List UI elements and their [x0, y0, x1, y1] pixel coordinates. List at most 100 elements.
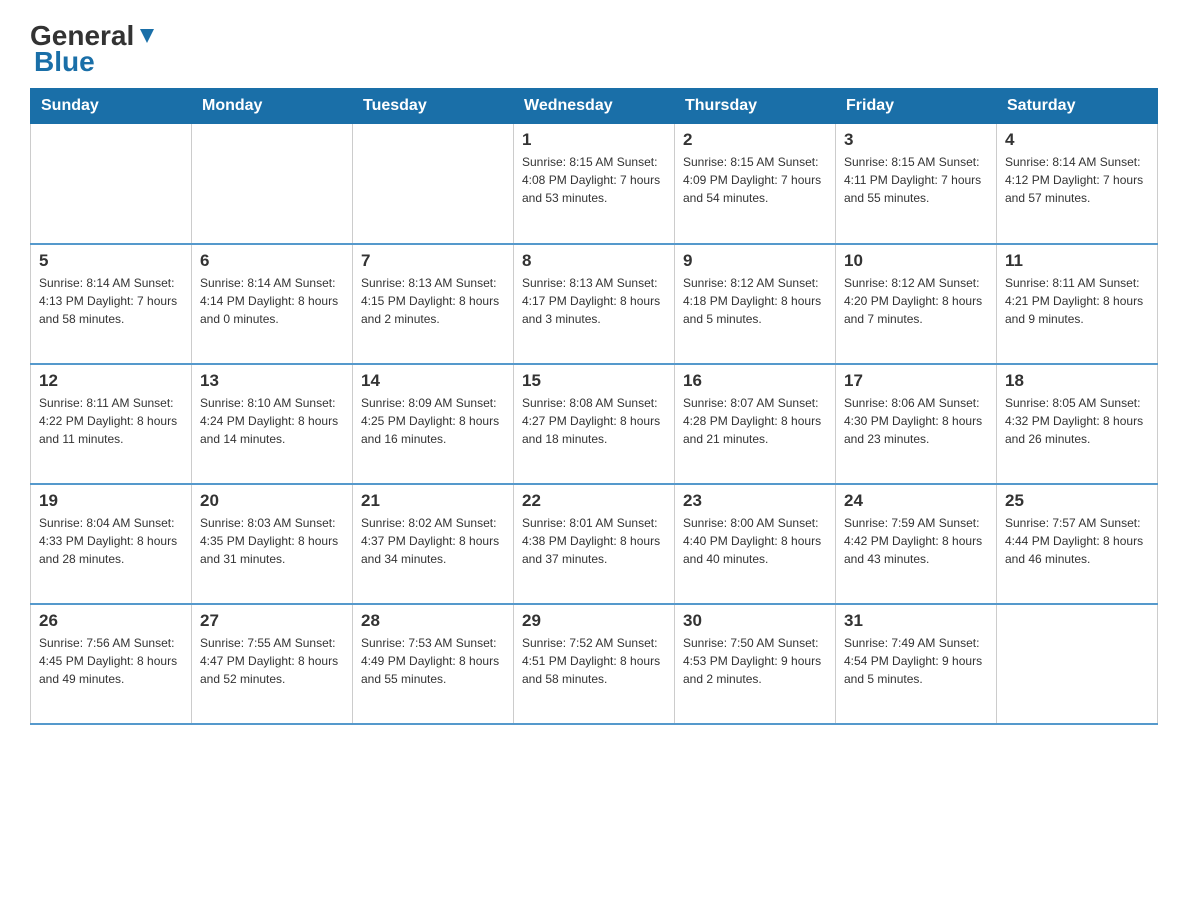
calendar-header-row: SundayMondayTuesdayWednesdayThursdayFrid… [31, 89, 1158, 124]
day-number: 31 [844, 611, 988, 631]
calendar-week-row: 1 Sunrise: 8:15 AM Sunset: 4:08 PM Daylig… [31, 124, 1158, 244]
day-info: Sunrise: 8:06 AM Sunset: 4:30 PM Dayligh… [844, 394, 988, 448]
day-number: 1 [522, 130, 666, 150]
day-of-week-header: Saturday [997, 89, 1158, 124]
calendar-cell: 23Sunrise: 8:00 AM Sunset: 4:40 PM Dayli… [675, 484, 836, 604]
day-info: Sunrise: 7:53 AM Sunset: 4:49 PM Dayligh… [361, 634, 505, 688]
page-header: General Blue [30, 20, 1158, 78]
day-number: 18 [1005, 371, 1149, 391]
day-of-week-header: Tuesday [353, 89, 514, 124]
calendar-cell: 12Sunrise: 8:11 AM Sunset: 4:22 PM Dayli… [31, 364, 192, 484]
day-info: Sunrise: 8:01 AM Sunset: 4:38 PM Dayligh… [522, 514, 666, 568]
calendar-cell: 10 Sunrise: 8:12 AM Sunset: 4:20 PM Dayli… [836, 244, 997, 364]
calendar-cell: 8 Sunrise: 8:13 AM Sunset: 4:17 PM Daylig… [514, 244, 675, 364]
day-info: Sunrise: 8:14 AM Sunset: 4:13 PM Dayligh… [39, 274, 183, 328]
day-info: Sunrise: 8:14 AM Sunset: 4:14 PM Dayligh… [200, 274, 344, 328]
day-number: 6 [200, 251, 344, 271]
calendar-cell: 26 Sunrise: 7:56 AM Sunset: 4:45 PM Dayli… [31, 604, 192, 724]
calendar-cell: 18Sunrise: 8:05 AM Sunset: 4:32 PM Dayli… [997, 364, 1158, 484]
calendar-table: SundayMondayTuesdayWednesdayThursdayFrid… [30, 88, 1158, 725]
calendar-cell: 29 Sunrise: 7:52 AM Sunset: 4:51 PM Dayli… [514, 604, 675, 724]
day-number: 20 [200, 491, 344, 511]
calendar-cell: 27 Sunrise: 7:55 AM Sunset: 4:47 PM Dayli… [192, 604, 353, 724]
logo: General Blue [30, 20, 158, 78]
day-number: 2 [683, 130, 827, 150]
calendar-cell: 25Sunrise: 7:57 AM Sunset: 4:44 PM Dayli… [997, 484, 1158, 604]
day-number: 26 [39, 611, 183, 631]
calendar-cell: 15Sunrise: 8:08 AM Sunset: 4:27 PM Dayli… [514, 364, 675, 484]
day-info: Sunrise: 7:52 AM Sunset: 4:51 PM Dayligh… [522, 634, 666, 688]
day-info: Sunrise: 7:49 AM Sunset: 4:54 PM Dayligh… [844, 634, 988, 688]
day-of-week-header: Sunday [31, 89, 192, 124]
day-number: 30 [683, 611, 827, 631]
day-info: Sunrise: 8:10 AM Sunset: 4:24 PM Dayligh… [200, 394, 344, 448]
calendar-cell: 2 Sunrise: 8:15 AM Sunset: 4:09 PM Daylig… [675, 124, 836, 244]
day-info: Sunrise: 8:13 AM Sunset: 4:15 PM Dayligh… [361, 274, 505, 328]
calendar-cell: 16Sunrise: 8:07 AM Sunset: 4:28 PM Dayli… [675, 364, 836, 484]
calendar-cell: 14 Sunrise: 8:09 AM Sunset: 4:25 PM Dayli… [353, 364, 514, 484]
day-number: 29 [522, 611, 666, 631]
calendar-cell: 24 Sunrise: 7:59 AM Sunset: 4:42 PM Dayli… [836, 484, 997, 604]
day-info: Sunrise: 7:55 AM Sunset: 4:47 PM Dayligh… [200, 634, 344, 688]
calendar-cell: 1 Sunrise: 8:15 AM Sunset: 4:08 PM Daylig… [514, 124, 675, 244]
calendar-cell [31, 124, 192, 244]
day-info: Sunrise: 8:03 AM Sunset: 4:35 PM Dayligh… [200, 514, 344, 568]
day-of-week-header: Monday [192, 89, 353, 124]
day-number: 13 [200, 371, 344, 391]
calendar-week-row: 5 Sunrise: 8:14 AM Sunset: 4:13 PM Daylig… [31, 244, 1158, 364]
logo-blue: Blue [34, 46, 95, 78]
day-number: 14 [361, 371, 505, 391]
day-number: 25 [1005, 491, 1149, 511]
day-number: 24 [844, 491, 988, 511]
day-number: 17 [844, 371, 988, 391]
calendar-cell [997, 604, 1158, 724]
day-info: Sunrise: 8:15 AM Sunset: 4:08 PM Dayligh… [522, 153, 666, 207]
day-number: 21 [361, 491, 505, 511]
calendar-cell: 4 Sunrise: 8:14 AM Sunset: 4:12 PM Daylig… [997, 124, 1158, 244]
day-number: 23 [683, 491, 827, 511]
calendar-cell: 28 Sunrise: 7:53 AM Sunset: 4:49 PM Dayli… [353, 604, 514, 724]
calendar-cell: 30 Sunrise: 7:50 AM Sunset: 4:53 PM Dayli… [675, 604, 836, 724]
day-info: Sunrise: 8:02 AM Sunset: 4:37 PM Dayligh… [361, 514, 505, 568]
day-number: 10 [844, 251, 988, 271]
day-number: 3 [844, 130, 988, 150]
day-number: 19 [39, 491, 183, 511]
calendar-week-row: 12Sunrise: 8:11 AM Sunset: 4:22 PM Dayli… [31, 364, 1158, 484]
calendar-week-row: 19Sunrise: 8:04 AM Sunset: 4:33 PM Dayli… [31, 484, 1158, 604]
calendar-cell: 3Sunrise: 8:15 AM Sunset: 4:11 PM Daylig… [836, 124, 997, 244]
day-info: Sunrise: 8:13 AM Sunset: 4:17 PM Dayligh… [522, 274, 666, 328]
day-info: Sunrise: 8:12 AM Sunset: 4:18 PM Dayligh… [683, 274, 827, 328]
day-number: 27 [200, 611, 344, 631]
day-number: 28 [361, 611, 505, 631]
day-info: Sunrise: 8:15 AM Sunset: 4:09 PM Dayligh… [683, 153, 827, 207]
calendar-cell: 11 Sunrise: 8:11 AM Sunset: 4:21 PM Dayli… [997, 244, 1158, 364]
day-number: 8 [522, 251, 666, 271]
day-info: Sunrise: 8:09 AM Sunset: 4:25 PM Dayligh… [361, 394, 505, 448]
day-of-week-header: Friday [836, 89, 997, 124]
calendar-cell: 5 Sunrise: 8:14 AM Sunset: 4:13 PM Daylig… [31, 244, 192, 364]
day-info: Sunrise: 8:11 AM Sunset: 4:21 PM Dayligh… [1005, 274, 1149, 328]
day-number: 9 [683, 251, 827, 271]
day-info: Sunrise: 8:12 AM Sunset: 4:20 PM Dayligh… [844, 274, 988, 328]
day-number: 5 [39, 251, 183, 271]
calendar-cell [192, 124, 353, 244]
day-info: Sunrise: 8:14 AM Sunset: 4:12 PM Dayligh… [1005, 153, 1149, 207]
calendar-week-row: 26 Sunrise: 7:56 AM Sunset: 4:45 PM Dayli… [31, 604, 1158, 724]
day-of-week-header: Thursday [675, 89, 836, 124]
day-info: Sunrise: 7:50 AM Sunset: 4:53 PM Dayligh… [683, 634, 827, 688]
day-info: Sunrise: 8:08 AM Sunset: 4:27 PM Dayligh… [522, 394, 666, 448]
day-info: Sunrise: 8:07 AM Sunset: 4:28 PM Dayligh… [683, 394, 827, 448]
logo-triangle-icon [136, 25, 158, 47]
day-info: Sunrise: 8:11 AM Sunset: 4:22 PM Dayligh… [39, 394, 183, 448]
day-of-week-header: Wednesday [514, 89, 675, 124]
day-number: 4 [1005, 130, 1149, 150]
calendar-cell: 19Sunrise: 8:04 AM Sunset: 4:33 PM Dayli… [31, 484, 192, 604]
day-info: Sunrise: 7:59 AM Sunset: 4:42 PM Dayligh… [844, 514, 988, 568]
calendar-cell: 7 Sunrise: 8:13 AM Sunset: 4:15 PM Daylig… [353, 244, 514, 364]
day-number: 7 [361, 251, 505, 271]
calendar-cell: 20 Sunrise: 8:03 AM Sunset: 4:35 PM Dayli… [192, 484, 353, 604]
calendar-cell: 6 Sunrise: 8:14 AM Sunset: 4:14 PM Daylig… [192, 244, 353, 364]
day-info: Sunrise: 7:56 AM Sunset: 4:45 PM Dayligh… [39, 634, 183, 688]
day-number: 11 [1005, 251, 1149, 271]
calendar-cell: 9 Sunrise: 8:12 AM Sunset: 4:18 PM Daylig… [675, 244, 836, 364]
